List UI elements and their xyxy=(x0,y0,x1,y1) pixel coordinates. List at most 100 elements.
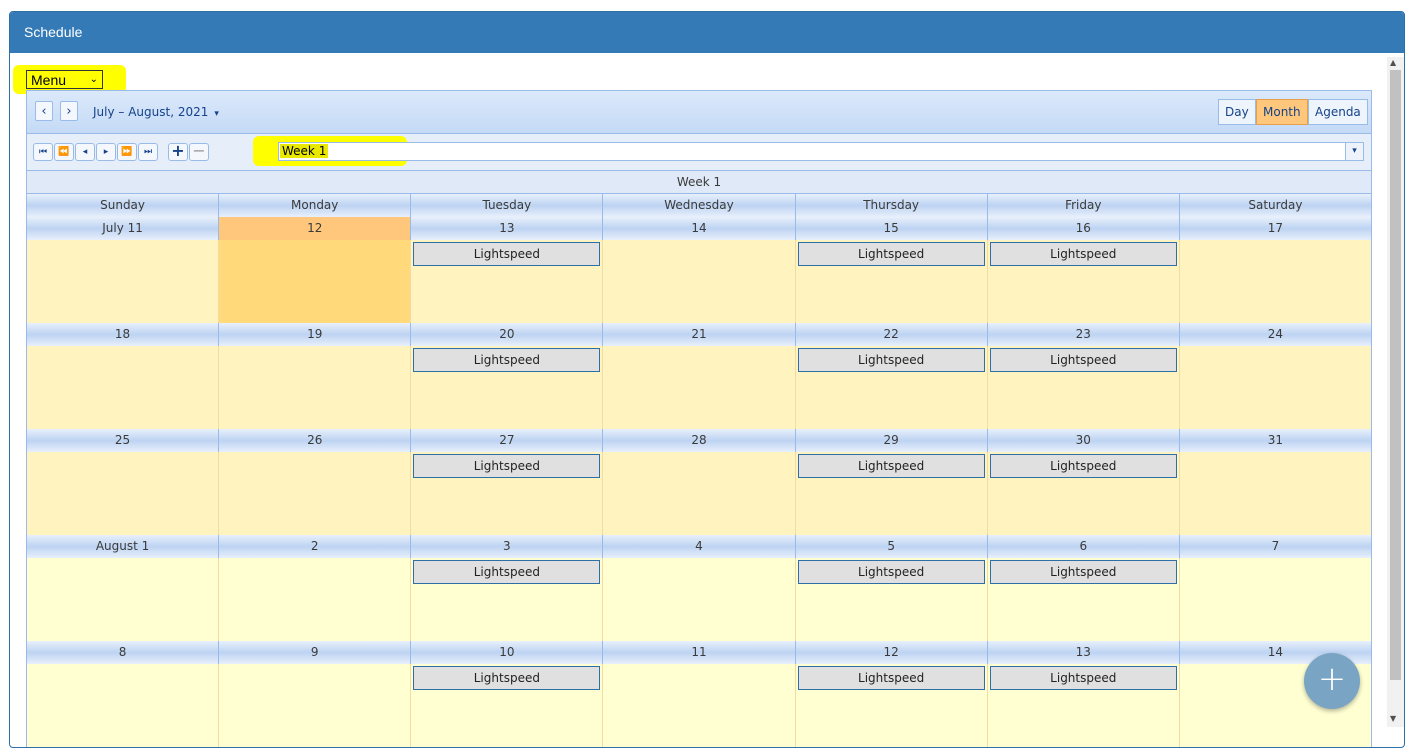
fast-forward-button[interactable]: ⏩ xyxy=(117,143,137,161)
scrollbar-thumb[interactable] xyxy=(1390,70,1401,680)
next-button[interactable]: › xyxy=(60,101,78,121)
scroll-up-icon[interactable]: ▲ xyxy=(1390,58,1396,67)
day-cell[interactable]: Lightspeed xyxy=(795,452,988,535)
day-cell[interactable]: Lightspeed xyxy=(795,346,988,429)
prev-button[interactable]: ‹ xyxy=(35,101,53,121)
date-number[interactable]: 22 xyxy=(795,323,988,346)
date-number[interactable]: July 11 xyxy=(27,217,220,240)
date-number[interactable]: 3 xyxy=(411,535,604,558)
event-lightspeed[interactable]: Lightspeed xyxy=(989,560,1177,584)
date-number[interactable]: 18 xyxy=(27,323,220,346)
view-day-button[interactable]: Day xyxy=(1218,99,1256,125)
day-cell[interactable] xyxy=(603,664,796,747)
date-number[interactable]: 28 xyxy=(603,429,796,452)
step-back-button[interactable]: ◂ xyxy=(75,143,95,161)
week-select[interactable]: Week 1 ▾ xyxy=(278,142,1364,161)
day-cell[interactable] xyxy=(603,558,796,641)
event-lightspeed[interactable]: Lightspeed xyxy=(413,560,601,584)
day-cell[interactable] xyxy=(27,558,220,641)
last-button[interactable]: ⏭ xyxy=(138,143,158,161)
date-number[interactable]: 12 xyxy=(795,641,988,664)
date-number[interactable]: 19 xyxy=(219,323,412,346)
menu-select[interactable]: Menu ⌄ xyxy=(26,70,103,89)
event-lightspeed[interactable]: Lightspeed xyxy=(413,242,601,266)
day-cell[interactable]: Lightspeed xyxy=(411,240,604,323)
day-cell[interactable] xyxy=(1179,240,1371,323)
step-forward-button[interactable]: ▸ xyxy=(96,143,116,161)
date-number[interactable]: 13 xyxy=(411,217,604,240)
day-cell[interactable] xyxy=(1179,346,1371,429)
date-number[interactable]: 11 xyxy=(603,641,796,664)
day-cell[interactable]: Lightspeed xyxy=(987,452,1180,535)
day-cell[interactable] xyxy=(27,452,220,535)
date-number[interactable]: 23 xyxy=(987,323,1180,346)
date-number[interactable]: 20 xyxy=(411,323,604,346)
date-number[interactable]: 12 xyxy=(219,217,412,240)
view-month-button[interactable]: Month xyxy=(1256,99,1308,125)
date-number[interactable]: 21 xyxy=(603,323,796,346)
date-number[interactable]: 14 xyxy=(603,217,796,240)
date-number[interactable]: 9 xyxy=(219,641,412,664)
add-button[interactable]: + xyxy=(168,143,188,161)
day-cell[interactable] xyxy=(219,664,412,747)
date-number[interactable]: 16 xyxy=(987,217,1180,240)
day-cell[interactable]: Lightspeed xyxy=(411,664,604,747)
day-cell[interactable] xyxy=(1179,452,1371,535)
date-range-picker[interactable]: July – August, 2021 ▾ xyxy=(93,105,219,119)
date-number[interactable]: 29 xyxy=(795,429,988,452)
day-cell[interactable] xyxy=(219,452,412,535)
event-lightspeed[interactable]: Lightspeed xyxy=(989,348,1177,372)
date-number[interactable]: 26 xyxy=(219,429,412,452)
event-lightspeed[interactable]: Lightspeed xyxy=(797,666,985,690)
date-number[interactable]: 4 xyxy=(603,535,796,558)
rewind-button[interactable]: ⏪ xyxy=(54,143,74,161)
day-cell[interactable] xyxy=(219,346,412,429)
dropdown-arrow-icon[interactable]: ▾ xyxy=(1345,143,1363,160)
date-number[interactable]: 17 xyxy=(1179,217,1371,240)
date-number[interactable]: 6 xyxy=(987,535,1180,558)
scroll-down-icon[interactable]: ▼ xyxy=(1390,714,1396,723)
date-number[interactable]: 7 xyxy=(1179,535,1371,558)
event-lightspeed[interactable]: Lightspeed xyxy=(797,348,985,372)
event-lightspeed[interactable]: Lightspeed xyxy=(797,454,985,478)
date-number[interactable]: 24 xyxy=(1179,323,1371,346)
event-lightspeed[interactable]: Lightspeed xyxy=(413,666,601,690)
day-cell[interactable] xyxy=(603,346,796,429)
add-event-fab[interactable]: + xyxy=(1304,653,1360,709)
day-cell[interactable]: Lightspeed xyxy=(795,240,988,323)
day-cell[interactable] xyxy=(219,240,412,323)
event-lightspeed[interactable]: Lightspeed xyxy=(989,454,1177,478)
day-cell[interactable] xyxy=(603,452,796,535)
event-lightspeed[interactable]: Lightspeed xyxy=(797,242,985,266)
view-agenda-button[interactable]: Agenda xyxy=(1308,99,1368,125)
date-number[interactable]: 2 xyxy=(219,535,412,558)
day-cell[interactable]: Lightspeed xyxy=(411,346,604,429)
day-cell[interactable]: Lightspeed xyxy=(411,452,604,535)
date-number[interactable]: 27 xyxy=(411,429,604,452)
date-number[interactable]: 13 xyxy=(987,641,1180,664)
day-cell[interactable]: Lightspeed xyxy=(411,558,604,641)
first-button[interactable]: ⏮ xyxy=(33,143,53,161)
day-cell[interactable]: Lightspeed xyxy=(987,346,1180,429)
date-number[interactable]: 30 xyxy=(987,429,1180,452)
day-cell[interactable] xyxy=(219,558,412,641)
day-cell[interactable]: Lightspeed xyxy=(987,664,1180,747)
event-lightspeed[interactable]: Lightspeed xyxy=(989,666,1177,690)
date-number[interactable]: 8 xyxy=(27,641,220,664)
day-cell[interactable] xyxy=(603,240,796,323)
day-cell[interactable]: Lightspeed xyxy=(987,240,1180,323)
date-number[interactable]: 15 xyxy=(795,217,988,240)
event-lightspeed[interactable]: Lightspeed xyxy=(413,454,601,478)
day-cell[interactable] xyxy=(27,346,220,429)
event-lightspeed[interactable]: Lightspeed xyxy=(797,560,985,584)
day-cell[interactable]: Lightspeed xyxy=(795,558,988,641)
date-number[interactable]: 5 xyxy=(795,535,988,558)
day-cell[interactable]: Lightspeed xyxy=(987,558,1180,641)
date-number[interactable]: August 1 xyxy=(27,535,220,558)
date-number[interactable]: 31 xyxy=(1179,429,1371,452)
date-number[interactable]: 25 xyxy=(27,429,220,452)
date-number[interactable]: 10 xyxy=(411,641,604,664)
day-cell[interactable]: Lightspeed xyxy=(795,664,988,747)
event-lightspeed[interactable]: Lightspeed xyxy=(413,348,601,372)
day-cell[interactable] xyxy=(27,664,220,747)
